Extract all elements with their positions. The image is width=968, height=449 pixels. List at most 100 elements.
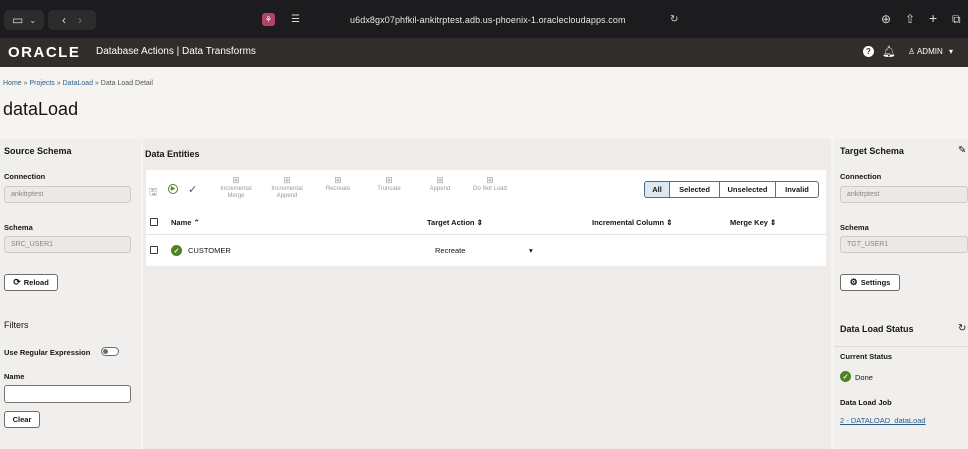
- source-schema-field: SRC_USER1: [4, 236, 131, 253]
- breadcrumb-home[interactable]: Home: [3, 80, 22, 87]
- back-button[interactable]: ‹: [62, 13, 66, 27]
- reload-button-label: Reload: [23, 278, 49, 287]
- recreate-button[interactable]: ⊞ Recreate: [315, 175, 361, 193]
- regex-toggle[interactable]: [101, 347, 119, 356]
- run-icon[interactable]: ▶: [168, 184, 178, 194]
- site-favicon-icon: ⚘: [262, 13, 275, 26]
- target-schema-field: TGT_USER1: [840, 236, 968, 253]
- do-not-load-button[interactable]: ⊞ Do Not Load: [467, 175, 513, 193]
- clear-button[interactable]: Clear: [4, 411, 40, 428]
- filter-invalid-button[interactable]: Invalid: [775, 181, 819, 198]
- sidebar-icon: ▭: [11, 13, 24, 27]
- settings-button-label: Settings: [860, 278, 891, 287]
- column-header-incremental-column[interactable]: Incremental Column ⇕: [592, 218, 673, 227]
- data-load-job-label: Data Load Job: [840, 398, 892, 407]
- target-schema-title: Target Schema: [840, 146, 904, 156]
- source-connection-label: Connection: [4, 172, 46, 181]
- select-all-checkbox[interactable]: [150, 218, 158, 226]
- source-connection-field: ankitrptest: [4, 186, 131, 203]
- caret-down-icon: ▾: [529, 246, 533, 255]
- target-action-select[interactable]: Recreate ▾: [435, 246, 533, 255]
- share-icon[interactable]: ⇧: [905, 13, 915, 25]
- save-icon[interactable]: 🖫︎: [149, 185, 158, 202]
- data-load-status-title: Data Load Status: [840, 324, 914, 334]
- sort-icon: ⇕: [476, 218, 483, 227]
- name-filter-label: Name: [4, 372, 25, 381]
- source-schema-title: Source Schema: [4, 146, 72, 156]
- breadcrumb-current: Data Load Detail: [100, 80, 153, 87]
- header-divider: [146, 234, 826, 235]
- breadcrumb: Home » Projects » DataLoad » Data Load D…: [3, 80, 153, 87]
- row-checkbox[interactable]: [150, 246, 158, 254]
- app-title: Database Actions | Data Transforms: [96, 46, 256, 57]
- column-header-target-action[interactable]: Target Action ⇕: [427, 218, 483, 227]
- table-icon: ⊞: [334, 175, 342, 185]
- settings-button[interactable]: ⚙ Settings: [840, 274, 900, 291]
- history-nav: ‹ ›: [48, 10, 96, 30]
- table-icon: ⊞: [283, 175, 291, 185]
- breadcrumb-separator: »: [23, 80, 28, 87]
- status-divider: [834, 346, 968, 347]
- done-check-icon: ✓: [840, 371, 851, 382]
- page-title: dataLoad: [3, 99, 79, 119]
- help-icon[interactable]: ?: [863, 46, 874, 57]
- incremental-merge-button[interactable]: ⊞ Incremental Merge: [213, 175, 259, 200]
- current-status-value: Done: [855, 373, 873, 382]
- tab-overview-icon[interactable]: ⧉: [952, 13, 961, 25]
- regex-label: Use Regular Expression: [4, 348, 91, 357]
- validate-check-icon[interactable]: ✓: [188, 183, 197, 196]
- reader-icon[interactable]: ☰: [291, 14, 300, 26]
- reload-icon[interactable]: ↻: [670, 14, 678, 26]
- reload-icon: ⟳: [13, 277, 21, 287]
- table-icon: ⊞: [385, 175, 393, 185]
- sidebar-toggle-button[interactable]: ▭ ⌄: [4, 10, 44, 30]
- oracle-logo[interactable]: ORACLE: [8, 45, 80, 60]
- entity-name: CUSTOMER: [188, 246, 231, 255]
- address-bar[interactable]: u6dx8gx07phfkil-ankitrptest.adb.us-phoen…: [350, 15, 626, 25]
- column-header-name[interactable]: Name ⌃: [171, 218, 200, 227]
- sort-icon: ⇕: [770, 218, 777, 227]
- chevron-down-icon: ⌄: [29, 15, 37, 25]
- table-icon: ⊞: [232, 175, 240, 185]
- name-filter-input[interactable]: [4, 385, 131, 403]
- column-header-merge-key[interactable]: Merge Key ⇕: [730, 218, 776, 227]
- breadcrumb-separator: »: [94, 80, 99, 87]
- current-status-label: Current Status: [840, 352, 893, 361]
- notifications-bell-icon[interactable]: 🔔︎: [882, 45, 896, 58]
- target-schema-label: Schema: [840, 223, 869, 232]
- new-tab-icon[interactable]: +: [929, 11, 937, 25]
- target-connection-label: Connection: [840, 172, 882, 181]
- browser-toolbar: ▭ ⌄ ‹ › ⚘ ☰ u6dx8gx07phfkil-ankitrptest.…: [0, 0, 968, 38]
- refresh-icon[interactable]: ↻: [958, 323, 966, 334]
- reload-button[interactable]: ⟳ Reload: [4, 274, 58, 291]
- user-icon: ♙: [908, 47, 916, 56]
- valid-check-icon: ✓: [171, 245, 182, 256]
- filter-selected-button[interactable]: Selected: [669, 181, 720, 198]
- source-schema-label: Schema: [4, 223, 33, 232]
- filter-unselected-button[interactable]: Unselected: [719, 181, 776, 198]
- downloads-icon[interactable]: ⊕: [881, 13, 891, 25]
- table-icon: ⊞: [436, 175, 444, 185]
- gear-icon: ⚙: [849, 277, 858, 287]
- filter-all-button[interactable]: All: [644, 181, 670, 198]
- forward-button[interactable]: ›: [78, 13, 82, 27]
- sort-icon: ⇕: [666, 218, 673, 227]
- caret-down-icon: ▾: [948, 47, 953, 56]
- breadcrumb-separator: »: [56, 80, 61, 87]
- data-entities-title: Data Entities: [145, 149, 200, 159]
- append-button[interactable]: ⊞ Append: [417, 175, 463, 193]
- incremental-append-button[interactable]: ⊞ Incremental Append: [264, 175, 310, 200]
- data-load-job-link[interactable]: 2 - DATALOAD_dataLoad: [840, 416, 926, 425]
- table-icon: ⊞: [486, 175, 494, 185]
- sort-ascending-icon: ⌃: [193, 218, 200, 227]
- breadcrumb-projects[interactable]: Projects: [30, 80, 55, 87]
- target-connection-field: ankitrptest: [840, 186, 968, 203]
- user-menu[interactable]: ♙ ADMIN ▾: [908, 47, 953, 56]
- edit-icon[interactable]: ✎: [958, 145, 966, 156]
- user-name: ADMIN: [916, 47, 943, 56]
- app-header: ORACLE Database Actions | Data Transform…: [0, 38, 968, 67]
- filters-title: Filters: [4, 320, 29, 330]
- target-action-value: Recreate: [435, 246, 466, 255]
- breadcrumb-dataload[interactable]: DataLoad: [63, 80, 93, 87]
- truncate-button[interactable]: ⊞ Truncate: [366, 175, 412, 193]
